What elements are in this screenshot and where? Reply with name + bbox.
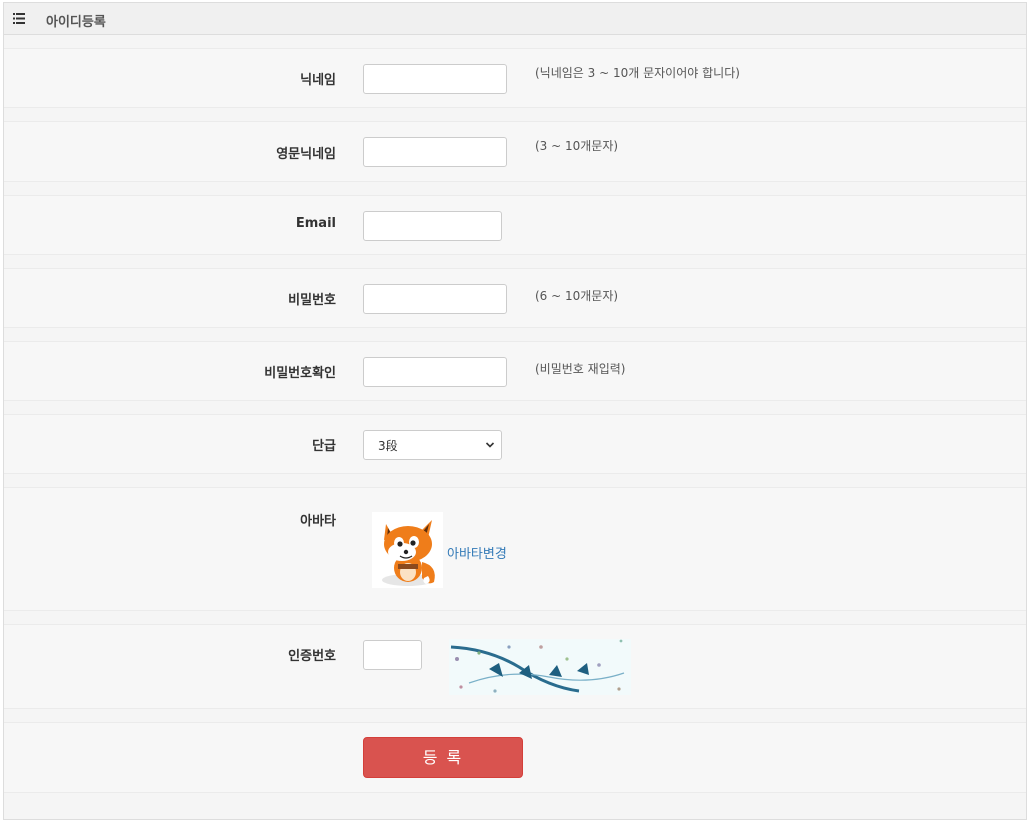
nickname-row: 닉네임 (닉네임은 3 ~ 10개 문자이어야 합니다)	[4, 48, 1026, 108]
rank-label: 단급	[312, 439, 336, 454]
password-confirm-label: 비밀번호확인	[264, 366, 336, 381]
rank-select[interactable]: 3段	[363, 430, 502, 460]
change-avatar-link[interactable]: 아바타변경	[447, 543, 507, 562]
nickname-label: 닉네임	[300, 73, 336, 88]
fox-avatar-icon[interactable]	[372, 512, 443, 588]
avatar-row: 아바타 아바타변경	[4, 487, 1026, 611]
password-confirm-help: (비밀번호 재입력)	[535, 362, 626, 376]
password-confirm-row: 비밀번호확인 (비밀번호 재입력)	[4, 341, 1026, 401]
nickname-input[interactable]	[363, 64, 507, 94]
eng-nickname-input[interactable]	[363, 137, 507, 167]
list-icon	[13, 13, 25, 24]
email-input[interactable]	[363, 211, 502, 241]
avatar-label: 아바타	[300, 514, 336, 529]
page-title: 아이디등록	[46, 15, 106, 30]
rank-row: 단급 3段	[4, 414, 1026, 474]
email-row: Email	[4, 195, 1026, 255]
password-input[interactable]	[363, 284, 507, 314]
password-confirm-input[interactable]	[363, 357, 507, 387]
password-label: 비밀번호	[288, 293, 336, 308]
captcha-label: 인증번호	[288, 649, 336, 664]
captcha-image	[449, 639, 631, 695]
captcha-input[interactable]	[363, 640, 422, 670]
eng-nickname-help: (3 ~ 10개문자)	[535, 139, 619, 153]
panel-heading: 아이디등록	[4, 3, 1026, 35]
chevron-down-icon	[485, 442, 495, 448]
registration-panel: 아이디등록 닉네임 (닉네임은 3 ~ 10개 문자이어야 합니다) 영문닉네임…	[3, 2, 1027, 820]
captcha-row: 인증번호	[4, 624, 1026, 709]
rank-selected-value: 3段	[378, 439, 398, 453]
password-row: 비밀번호 (6 ~ 10개문자)	[4, 268, 1026, 328]
email-label: Email	[295, 216, 336, 231]
submit-row: 등 록	[4, 722, 1026, 793]
nickname-help: (닉네임은 3 ~ 10개 문자이어야 합니다)	[535, 66, 740, 80]
eng-nickname-label: 영문닉네임	[276, 147, 336, 162]
eng-nickname-row: 영문닉네임 (3 ~ 10개문자)	[4, 121, 1026, 182]
submit-button[interactable]: 등 록	[363, 737, 523, 778]
password-help: (6 ~ 10개문자)	[535, 289, 619, 303]
